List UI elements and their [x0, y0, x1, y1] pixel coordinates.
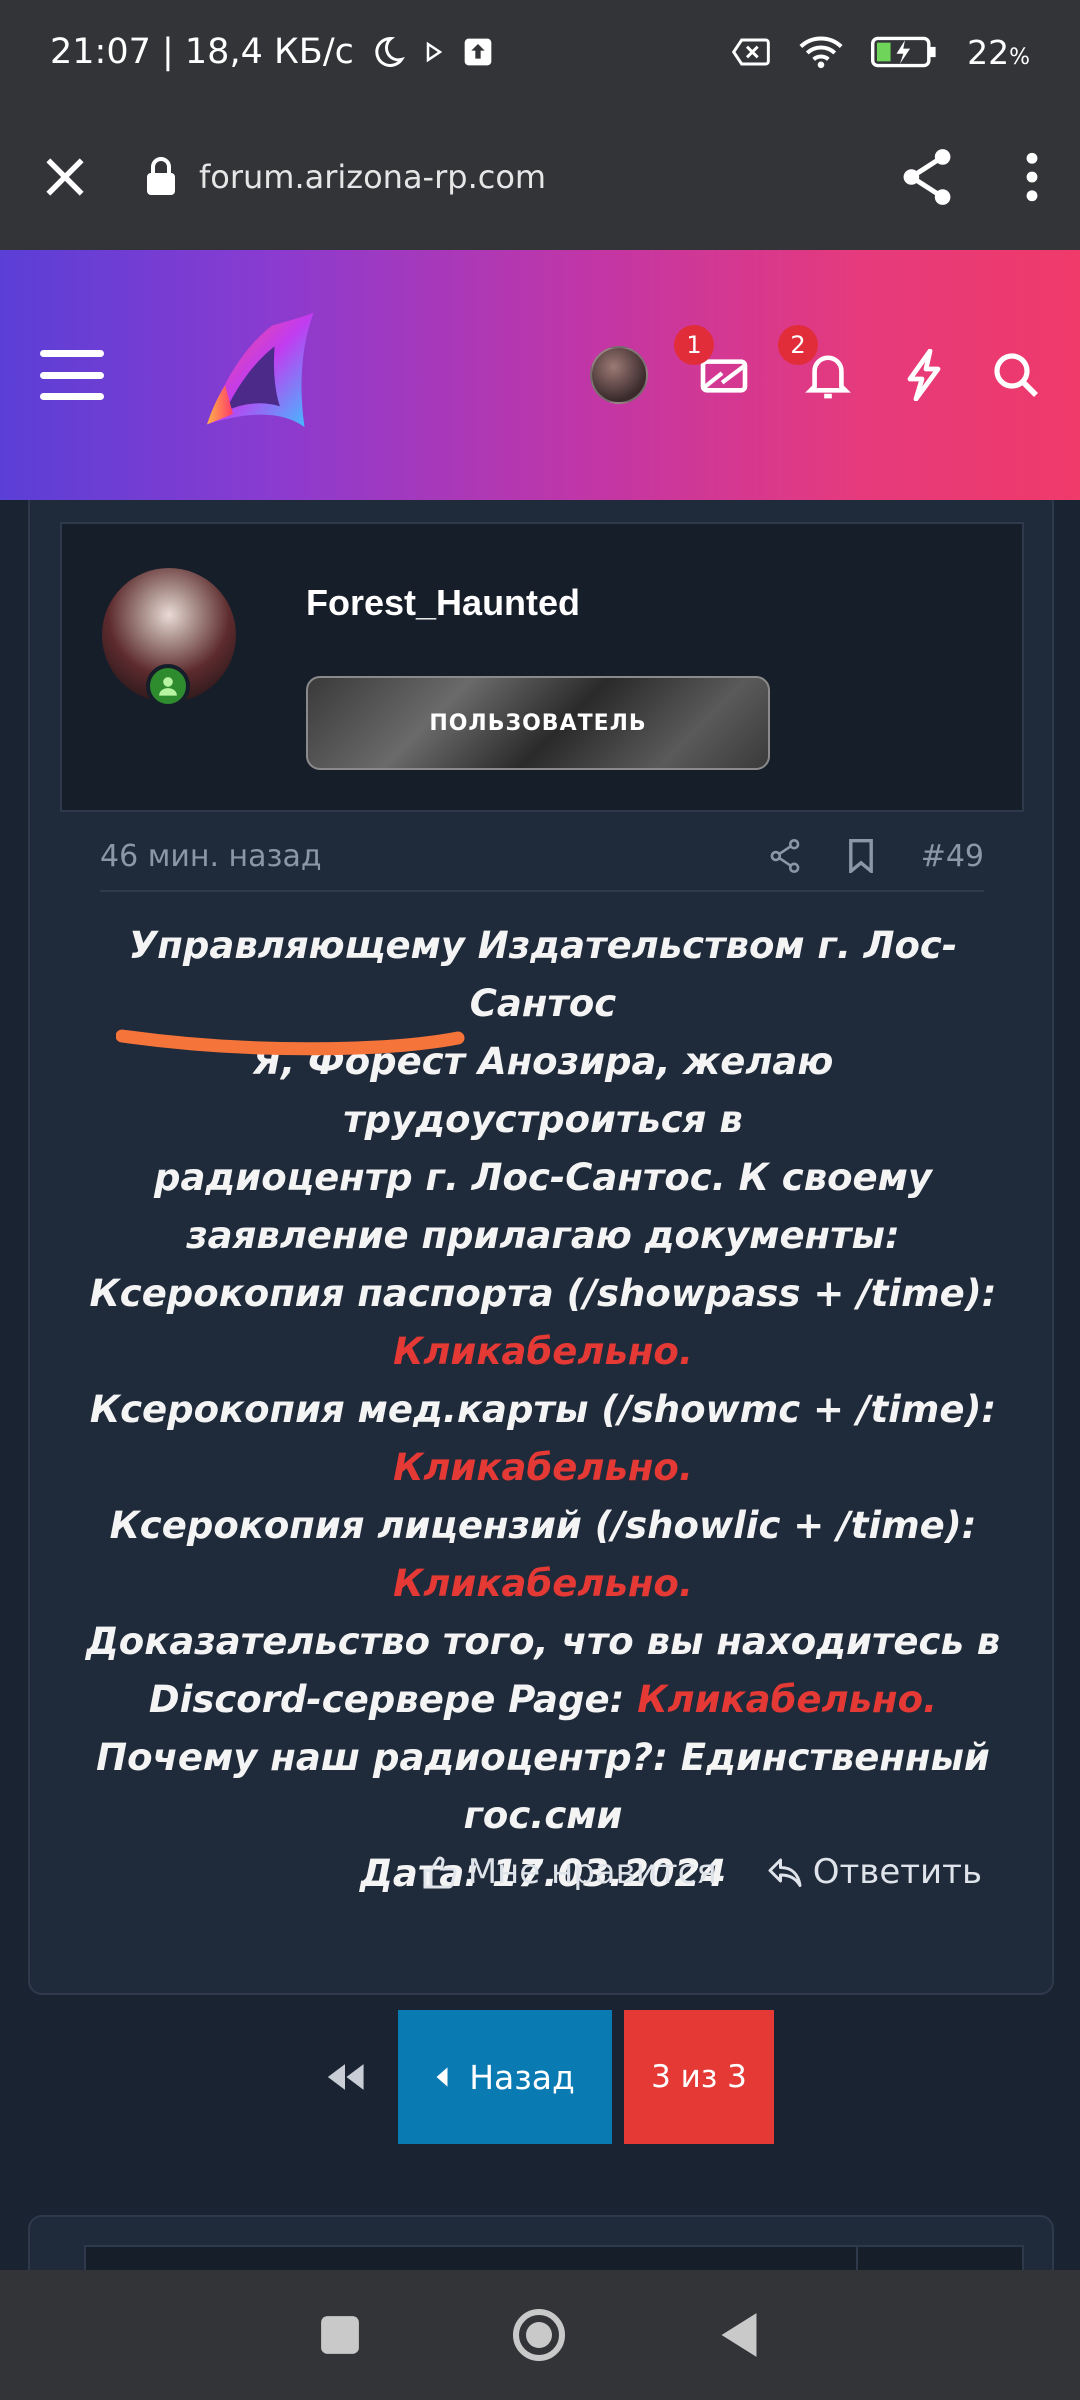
like-button[interactable]: Мне нравится [422, 1852, 717, 1892]
share-icon[interactable] [900, 148, 954, 206]
wifi-icon [799, 36, 843, 69]
post-line: Управляющему Издательством г. Лос-Сантос [128, 924, 958, 1025]
online-status-icon [146, 664, 190, 708]
post-time[interactable]: 46 мин. назад [100, 839, 322, 874]
pagination: Назад 3 из 3 [310, 2010, 774, 2144]
notifications-button[interactable]: 2 [778, 325, 856, 403]
post-actions: Мне нравится Ответить [422, 1852, 982, 1892]
post-line: Discord-сервере Page: Кликабельно. [70, 1671, 1016, 1729]
double-chevron-left-icon [327, 2064, 364, 2090]
post-line-text: Discord-сервере Page: [148, 1678, 638, 1721]
page-content: Forest_Haunted ПОЛЬЗОВАТЕЛЬ 46 мин. наза… [0, 500, 1080, 2270]
notifications-badge: 2 [778, 325, 818, 365]
thumbs-up-icon [423, 1856, 457, 1889]
reply-label: Ответить [812, 1852, 982, 1892]
post-number[interactable]: #49 [921, 839, 984, 874]
header-avatar[interactable] [590, 346, 648, 404]
site-header: 1 2 [0, 250, 1080, 500]
battery-text: 22% [967, 32, 1030, 72]
role-badge: ПОЛЬЗОВАТЕЛЬ [306, 676, 770, 770]
url-text[interactable]: forum.arizona-rp.com [199, 158, 546, 196]
post-meta: 46 мин. назад #49 [100, 822, 984, 892]
play-icon [426, 41, 443, 63]
share-icon[interactable] [769, 839, 801, 873]
recent-apps-icon[interactable] [319, 2314, 361, 2356]
browser-toolbar: forum.arizona-rp.com [0, 104, 1080, 250]
lightning-icon[interactable] [904, 349, 944, 401]
bookmark-icon[interactable] [847, 839, 875, 873]
upload-icon [464, 38, 492, 66]
messages-badge: 1 [674, 325, 714, 365]
medcard-link[interactable]: Кликабельно. [70, 1439, 1016, 1497]
discord-link[interactable]: Кликабельно. [637, 1678, 937, 1721]
system-nav-bar [0, 2270, 1080, 2400]
first-page-button[interactable] [310, 2010, 380, 2144]
post-line: Доказательство того, что вы находитесь в [85, 1620, 1001, 1663]
lock-icon [147, 157, 175, 195]
menu-icon[interactable] [40, 350, 104, 400]
sim-off-icon [731, 38, 770, 66]
post-line: заявление прилагаю документы: [186, 1214, 900, 1257]
status-bar: 21:07 | 18,4 КБ/с 22% [0, 0, 1080, 104]
arizona-logo[interactable] [194, 310, 324, 440]
user-avatar[interactable] [102, 568, 236, 708]
post-line: Ксерокопия паспорта (/showpass + /time): [89, 1272, 997, 1315]
like-label: Мне нравится [467, 1852, 717, 1892]
user-info-box: Forest_Haunted ПОЛЬЗОВАТЕЛЬ [60, 522, 1024, 812]
reply-icon [768, 1858, 802, 1887]
licenses-link[interactable]: Кликабельно. [70, 1555, 1016, 1613]
battery-icon [871, 36, 936, 68]
prev-label: Назад [469, 2057, 575, 2097]
messages-button[interactable]: 1 [674, 325, 752, 403]
more-vert-icon[interactable] [1024, 152, 1040, 202]
status-time-speed: 21:07 | 18,4 КБ/с [50, 32, 354, 72]
search-icon[interactable] [992, 351, 1040, 399]
post-line: Ксерокопия мед.карты (/showmc + /time): [89, 1388, 997, 1431]
orange-annotation-stroke [116, 1029, 465, 1056]
reply-button[interactable]: Ответить [767, 1852, 982, 1892]
close-icon[interactable] [40, 152, 90, 202]
page-indicator[interactable]: 3 из 3 [624, 2010, 774, 2144]
prev-page-button[interactable]: Назад [398, 2010, 612, 2144]
post-line: Ксерокопия лицензий (/showlic + /time): [109, 1504, 977, 1547]
post-line: Почему наш радиоцентр?: Единственный [96, 1736, 990, 1779]
username[interactable]: Forest_Haunted [306, 582, 580, 624]
post-line: радиоцентр г. Лос-Сантос. К своему [153, 1156, 933, 1199]
caret-left-icon [436, 2067, 448, 2087]
post-card: Forest_Haunted ПОЛЬЗОВАТЕЛЬ 46 мин. наза… [28, 500, 1054, 1995]
back-icon[interactable] [717, 2311, 761, 2359]
moon-icon [375, 36, 405, 67]
next-post-card [28, 2215, 1054, 2270]
home-icon[interactable] [511, 2307, 567, 2363]
passport-link[interactable]: Кликабельно. [70, 1323, 1016, 1381]
post-line: гос.сми [463, 1794, 623, 1837]
post-body: Управляющему Издательством г. Лос-Сантос… [70, 917, 1016, 1903]
next-post-inner [84, 2245, 1024, 2270]
